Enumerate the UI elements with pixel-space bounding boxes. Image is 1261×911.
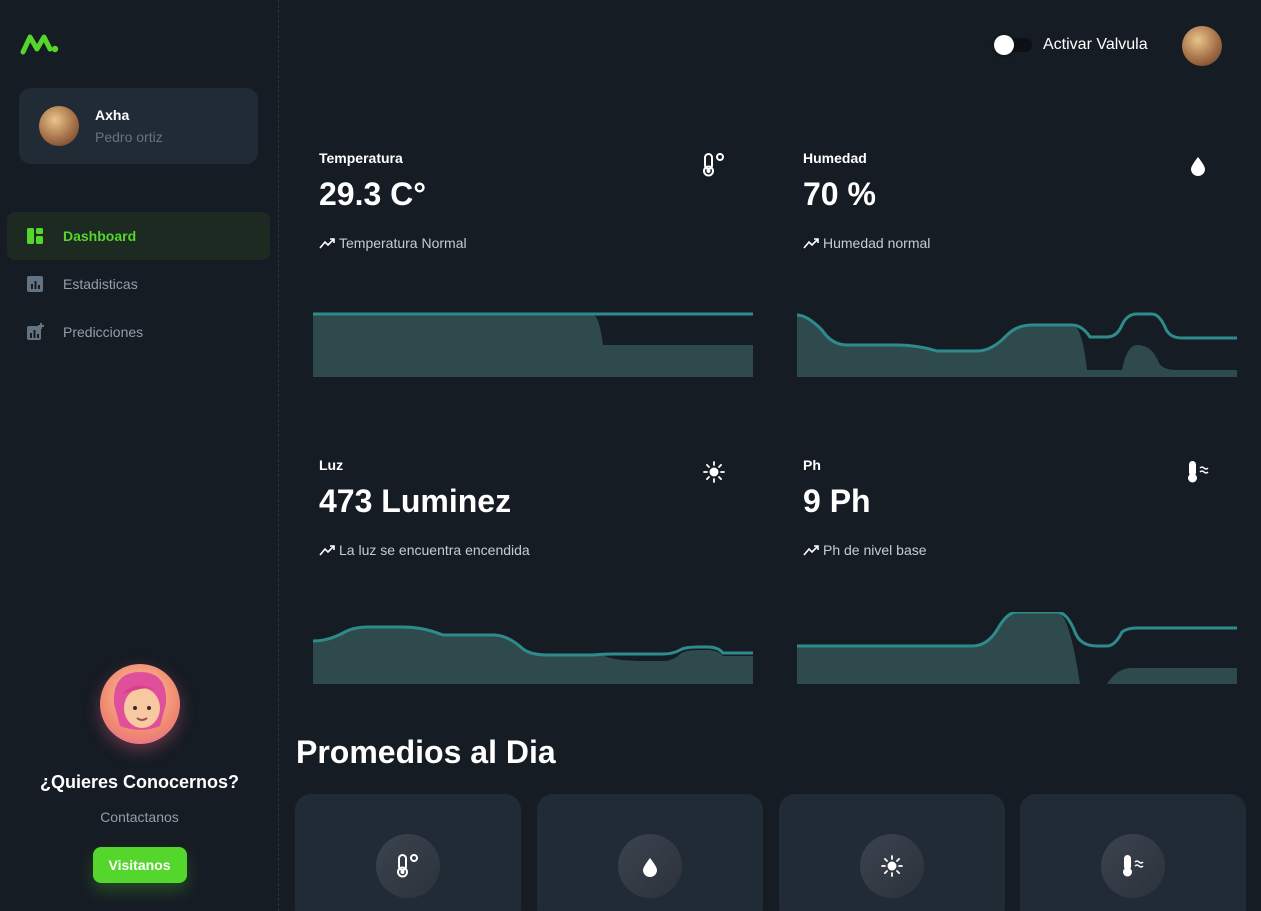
sidebar-item-label: Estadisticas: [63, 276, 138, 292]
card-value: 473 Luminez: [319, 483, 512, 519]
sidebar-item-label: Predicciones: [63, 324, 144, 340]
ph-thermometer-icon: [1101, 834, 1165, 898]
trending-up-icon: [803, 238, 819, 249]
card-trend: Ph de nivel base: [803, 542, 927, 558]
average-card-temperatura[interactable]: [295, 794, 521, 911]
card-temperatura: Temperatura 29.3 C° Temperatura Normal: [313, 130, 753, 390]
card-trend: La luz se encuentra encendida: [319, 542, 530, 558]
thermometer-icon: [376, 834, 440, 898]
promo-subtitle: Contactanos: [100, 809, 179, 825]
sun-icon: [860, 834, 924, 898]
illustration-avatar: [99, 664, 180, 744]
card-title: Ph: [803, 457, 821, 473]
sidebar-item-estadisticas[interactable]: Estadisticas: [7, 260, 270, 308]
dashboard-icon: [25, 226, 45, 246]
app-root: Axha Pedro ortiz Dashboard Estadisticas: [0, 0, 1261, 911]
sidebar-item-predicciones[interactable]: Predicciones: [7, 308, 270, 356]
average-card-humedad[interactable]: [537, 794, 763, 911]
ph-thermometer-icon: [1185, 459, 1211, 485]
ph-sparkline: [797, 612, 1237, 684]
avatar: [39, 106, 79, 146]
valve-switch[interactable]: [992, 34, 1032, 56]
trending-up-icon: [803, 545, 819, 556]
trending-up-icon: [319, 238, 335, 249]
card-title: Luz: [319, 457, 344, 473]
valve-toggle-label: Activar Valvula: [1043, 36, 1148, 53]
chart-add-icon: [25, 322, 45, 342]
sidebar-nav: Dashboard Estadisticas Predicciones: [7, 212, 270, 356]
card-value: 70 %: [803, 176, 876, 212]
account-name: Axha: [95, 107, 130, 123]
account-role: Pedro ortiz: [95, 129, 163, 145]
card-trend: Temperatura Normal: [319, 235, 467, 251]
account-card[interactable]: Axha Pedro ortiz: [19, 88, 258, 164]
water-drop-icon: [1185, 152, 1211, 178]
card-title: Humedad: [803, 150, 867, 166]
promo-title: ¿Quieres Conocernos?: [39, 772, 240, 792]
sun-icon: [701, 459, 727, 485]
trending-up-icon: [319, 545, 335, 556]
average-card-ph[interactable]: [1020, 794, 1246, 911]
avatar[interactable]: [1182, 26, 1222, 66]
temperatura-sparkline: [313, 312, 753, 377]
water-drop-icon: [618, 834, 682, 898]
card-value: 9 Ph: [803, 483, 871, 519]
valve-toggle[interactable]: Activar Valvula: [992, 34, 1148, 56]
sidebar-item-label: Dashboard: [63, 228, 137, 244]
card-humedad: Humedad 70 % Humedad normal: [797, 130, 1237, 390]
luz-sparkline: [313, 625, 753, 684]
visit-button[interactable]: Visitanos: [92, 847, 187, 883]
bar-chart-icon: [25, 274, 45, 294]
sidebar-item-dashboard[interactable]: Dashboard: [7, 212, 270, 260]
section-title: Promedios al Dia: [296, 734, 556, 770]
card-ph: Ph 9 Ph Ph de nivel base: [797, 437, 1237, 697]
promo-panel: ¿Quieres Conocernos? Contactanos Visitan…: [0, 660, 279, 883]
card-luz: Luz 473 Luminez La luz se encuentra ence…: [313, 437, 753, 697]
sidebar: Axha Pedro ortiz Dashboard Estadisticas: [0, 0, 279, 911]
card-trend: Humedad normal: [803, 235, 930, 251]
card-title: Temperatura: [319, 150, 403, 166]
humedad-sparkline: [797, 312, 1237, 377]
card-value: 29.3 C°: [319, 176, 427, 212]
thermometer-icon: [701, 152, 727, 178]
average-card-luz[interactable]: [779, 794, 1005, 911]
logo-icon[interactable]: [20, 32, 60, 61]
